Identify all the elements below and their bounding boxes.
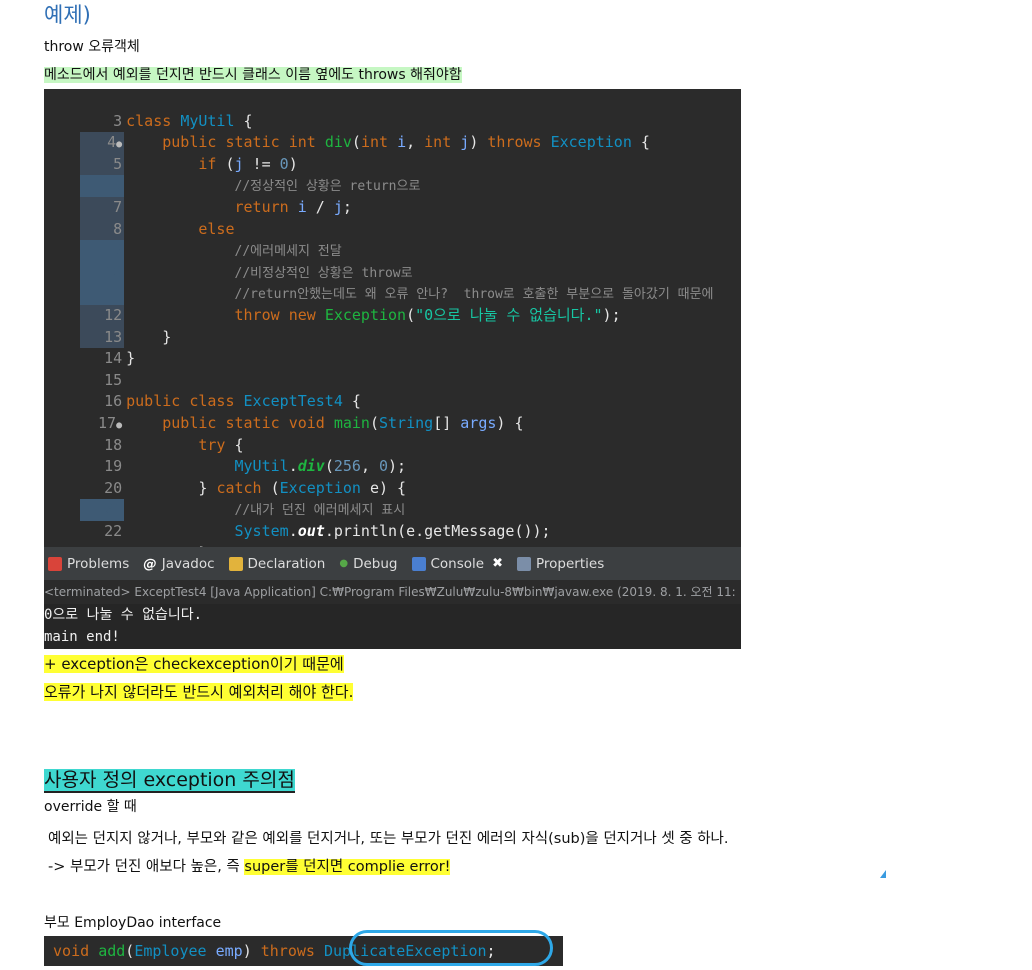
console-status: <terminated> ExceptTest4 [Java Applicati… — [44, 580, 741, 604]
code-line: 13 } — [44, 305, 741, 349]
corner-marker-icon — [880, 870, 886, 878]
console-output: 0으로 나눌 수 없습니다. main end! — [44, 604, 741, 649]
check-note-1: + exception은 checkexception이기 때문에 — [44, 655, 344, 673]
code-line: 3 class MyUtil { — [44, 89, 741, 130]
code-line: 16 public class ExceptTest4 { — [44, 370, 741, 410]
method-throws-note: 메소드에서 예외를 던지면 반드시 클래스 이름 옆에도 throws 해줘야함 — [44, 65, 462, 85]
code-line: 8 else — [44, 197, 741, 241]
code-line: 5 if (j != 0) — [44, 132, 741, 176]
code-line: 18 try { — [44, 413, 741, 454]
code-line: 10 //비정상적인 상황은 throw로 — [44, 240, 741, 284]
code-line: 15 — [44, 348, 741, 389]
code-line: 21 //내가 던진 에러메세지 표시 — [44, 478, 741, 521]
tab-debug[interactable]: ● Debug — [339, 556, 397, 572]
console-tab-bar: Problems @ Javadoc Declaration ● Debug C… — [44, 547, 741, 580]
declaration-icon — [228, 556, 243, 571]
arrow-line: -> 부모가 던진 애보다 높은, 즉 super를 던지면 complie e… — [48, 859, 451, 875]
code-line: 12 throw new Exception("0으로 나눌 수 없습니다.")… — [44, 283, 741, 327]
parent-line: 부모 EmployDao interface — [44, 915, 222, 931]
throw-syntax-line: throw 오류객체 — [44, 39, 140, 55]
code-line: 11 //return안했는데도 왜 오류 안나? throw로 호출한 부분으… — [44, 262, 741, 305]
debug-icon: ● — [339, 558, 349, 569]
console-line: main end! — [44, 629, 120, 645]
override-line: override 할 때 — [44, 799, 137, 815]
console-line: 0으로 나눌 수 없습니다. — [44, 607, 203, 623]
code-line: 19 MyUtil.div(256, 0); — [44, 435, 741, 475]
code-line: 9 //에러메세지 전달 — [44, 219, 741, 262]
check-note-2: 오류가 나지 않더라도 반드시 예외처리 해야 한다. — [44, 683, 354, 701]
close-icon[interactable]: ✖ — [492, 556, 503, 571]
green-highlight: 메소드에서 예외를 던지면 반드시 클래스 이름 옆에도 throws 해줘야함 — [44, 67, 462, 83]
code-editor: 3 class MyUtil { 4● public static int div… — [44, 89, 741, 547]
tab-properties[interactable]: Properties — [517, 556, 604, 572]
tab-problems[interactable]: Problems — [48, 556, 129, 572]
code-line: 4● public static int div(int i, int j) t… — [44, 111, 741, 156]
code-line: 17● public static void main(String[] arg… — [44, 391, 741, 432]
section-title: 사용자 정의 exception 주의점 — [44, 769, 295, 793]
code-line: 22 System.out.println(e.getMessage()); — [44, 499, 741, 540]
tab-console[interactable]: Console ✖ — [411, 556, 503, 572]
tab-declaration[interactable]: Declaration — [228, 556, 325, 572]
example-heading: 예제) — [44, 3, 91, 27]
code-line: 7 return i / j; — [44, 175, 741, 219]
properties-icon — [517, 556, 531, 571]
problems-icon — [48, 556, 62, 571]
annotation-circle — [349, 930, 553, 966]
javadoc-icon: @ — [143, 555, 157, 572]
code-line: 14} — [44, 327, 741, 367]
rule-line: 예외는 던지지 않거나, 부모와 같은 예외를 던지거나, 또는 부모가 던진 … — [48, 831, 729, 847]
tab-javadoc[interactable]: @ Javadoc — [143, 556, 214, 572]
code-line: 6 //정상적인 상황은 return으로 — [44, 154, 741, 197]
console-icon — [411, 556, 426, 571]
code-line: 20 } catch (Exception e) { — [44, 456, 741, 497]
code-line: 23 } — [44, 521, 741, 547]
